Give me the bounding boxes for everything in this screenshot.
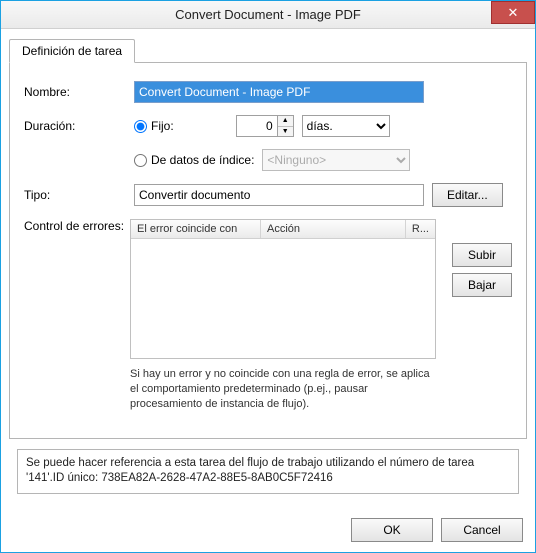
tipo-input[interactable] bbox=[134, 184, 424, 206]
radio-fijo[interactable]: Fijo: bbox=[134, 119, 174, 133]
tab-definition[interactable]: Definición de tarea bbox=[9, 39, 135, 63]
move-up-button[interactable]: Subir bbox=[452, 243, 512, 267]
col-match[interactable]: El error coincide con bbox=[131, 220, 261, 238]
col-r[interactable]: R... bbox=[406, 220, 435, 238]
label-nombre: Nombre: bbox=[24, 85, 134, 99]
dialog-footer: OK Cancel bbox=[351, 518, 523, 542]
duration-spinner[interactable]: ▲ ▼ bbox=[236, 115, 294, 137]
error-table-header: El error coincide con Acción R... bbox=[131, 220, 435, 239]
move-down-button[interactable]: Bajar bbox=[452, 273, 512, 297]
radio-indice[interactable]: De datos de índice: bbox=[134, 153, 254, 167]
index-select: <Ninguno> bbox=[262, 149, 410, 171]
titlebar: Convert Document - Image PDF ✕ bbox=[1, 1, 535, 29]
spin-down-icon[interactable]: ▼ bbox=[278, 127, 293, 137]
radio-indice-label: De datos de índice: bbox=[151, 153, 254, 167]
close-icon: ✕ bbox=[508, 5, 519, 21]
radio-indice-input[interactable] bbox=[134, 154, 147, 167]
window-title: Convert Document - Image PDF bbox=[175, 7, 361, 22]
edit-button[interactable]: Editar... bbox=[432, 183, 503, 207]
col-action[interactable]: Acción bbox=[261, 220, 406, 238]
ok-button[interactable]: OK bbox=[351, 518, 433, 542]
reference-info: Se puede hacer referencia a esta tarea d… bbox=[17, 449, 519, 494]
cancel-button[interactable]: Cancel bbox=[441, 518, 523, 542]
nombre-input[interactable] bbox=[134, 81, 424, 103]
duration-unit-select[interactable]: días. bbox=[302, 115, 390, 137]
radio-fijo-label: Fijo: bbox=[151, 119, 174, 133]
tab-strip: Definición de tarea bbox=[9, 39, 527, 63]
duration-value[interactable] bbox=[236, 115, 278, 137]
label-tipo: Tipo: bbox=[24, 188, 134, 202]
label-duracion: Duración: bbox=[24, 119, 134, 133]
radio-fijo-input[interactable] bbox=[134, 120, 147, 133]
tab-pane: Nombre: Duración: Fijo: ▲ ▼ bbox=[9, 62, 527, 439]
label-errores: Control de errores: bbox=[24, 219, 130, 233]
close-button[interactable]: ✕ bbox=[491, 1, 535, 24]
spin-up-icon[interactable]: ▲ bbox=[278, 116, 293, 127]
error-note: Si hay un error y no coincide con una re… bbox=[130, 367, 436, 412]
error-rules-table[interactable]: El error coincide con Acción R... bbox=[130, 219, 436, 359]
